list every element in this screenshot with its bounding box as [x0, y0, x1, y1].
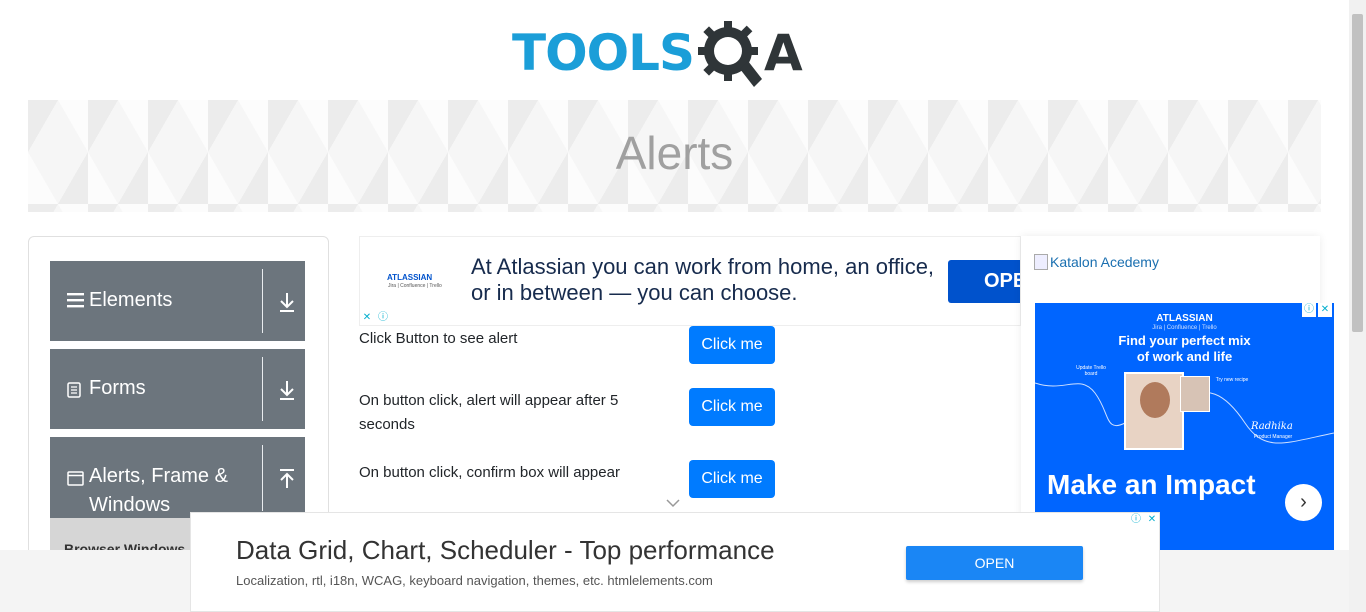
alert-description: Click Button to see alert [359, 330, 518, 347]
info-icon[interactable]: ⓘ [1129, 513, 1143, 527]
sidebar-group-label-line2: Windows [89, 494, 171, 516]
atlassian-logo-sub: Jira | Confluence | Trello [388, 283, 442, 289]
broken-image-icon [1034, 254, 1048, 270]
page-banner: Alerts [28, 100, 1321, 212]
try-recipe-label: Try new recipe [1215, 377, 1249, 383]
gear-magnifier-icon [698, 21, 762, 87]
bottom-ad-subtitle: Localization, rtl, i18n, WCAG, keyboard … [236, 573, 713, 588]
scrollbar-thumb[interactable] [1352, 14, 1363, 332]
timer-alert-description: On button click, alert will appear after… [359, 392, 619, 433]
upload-arrow-icon [278, 468, 296, 490]
top-ad-banner[interactable]: ATLASSIAN Jira | Confluence | Trello At … [359, 236, 1021, 326]
bottom-ad-title: Data Grid, Chart, Scheduler - Top perfor… [236, 535, 775, 565]
atlassian-logo-sub: Jira | Confluence | Trello [1152, 325, 1217, 331]
sidebar-group-forms[interactable]: Forms [50, 349, 305, 429]
divider [262, 357, 263, 421]
atlassian-logo: ATLASSIAN [1156, 313, 1213, 324]
logo-text: TOOLS [512, 24, 695, 82]
download-arrow-icon [278, 379, 296, 401]
role-label: Product Manager [1253, 434, 1293, 440]
download-arrow-icon [278, 291, 296, 313]
person-photo [1124, 372, 1184, 450]
signature: Radhika [1251, 421, 1293, 432]
ad-headline: Make an Impact [1047, 469, 1256, 500]
adchoices[interactable]: ✕ ⓘ [360, 311, 390, 325]
bottom-ad[interactable]: ⓘ ✕ Data Grid, Chart, Scheduler - Top pe… [190, 512, 1160, 612]
ad-title-line1: Find your perfect mix [1118, 333, 1251, 348]
sidebar-group-alerts[interactable]: Alerts, Frame & Windows [50, 437, 305, 518]
timer-alert-button[interactable]: Click me [689, 388, 775, 426]
page-title: Alerts [615, 127, 734, 179]
toolsqa-logo[interactable]: TOOLS A [512, 14, 803, 92]
person-photo-small [1180, 376, 1210, 412]
alert-button[interactable]: Click me [689, 326, 775, 364]
ad-title: Find your perfect mix of work and life [1035, 333, 1334, 365]
confirm-button[interactable]: Click me [689, 460, 775, 498]
document-icon [67, 382, 81, 403]
vertical-scrollbar[interactable] [1349, 0, 1366, 612]
close-icon[interactable]: ✕ [1145, 513, 1159, 527]
update-trello-label: Update Trello board [1076, 365, 1106, 377]
atlassian-logo: ATLASSIAN [387, 273, 433, 282]
divider [262, 445, 263, 511]
sidebar-group-elements[interactable]: Elements [50, 261, 305, 341]
hamburger-icon [67, 292, 84, 313]
image-alt-text: Katalon Acedemy [1050, 254, 1159, 270]
page: TOOLS A Alerts Elements Forms Alerts, Fr… [0, 0, 1366, 612]
divider [262, 269, 263, 333]
window-icon [67, 471, 84, 491]
sidebar-group-label: Elements [89, 289, 173, 311]
adchoices[interactable]: ⓘ ✕ [1129, 513, 1159, 527]
ad-text: At Atlassian you can work from home, an … [471, 254, 935, 305]
info-icon[interactable]: ⓘ [376, 311, 390, 325]
chevron-down-icon[interactable] [666, 497, 680, 511]
sidebar-group-label: Forms [89, 377, 146, 399]
bottom-ad-open-button[interactable]: OPEN [906, 546, 1083, 580]
confirm-description: On button click, confirm box will appear [359, 464, 620, 481]
ad-open-button[interactable]: OPEN [948, 260, 1020, 303]
sidebar-group-label: Alerts, Frame & [89, 465, 228, 487]
katalon-ad-image[interactable]: Katalon Acedemy [1034, 254, 1159, 270]
chevron-right-icon[interactable]: › [1285, 484, 1322, 521]
logo-a: A [764, 24, 803, 82]
close-icon[interactable]: ✕ [360, 311, 374, 325]
